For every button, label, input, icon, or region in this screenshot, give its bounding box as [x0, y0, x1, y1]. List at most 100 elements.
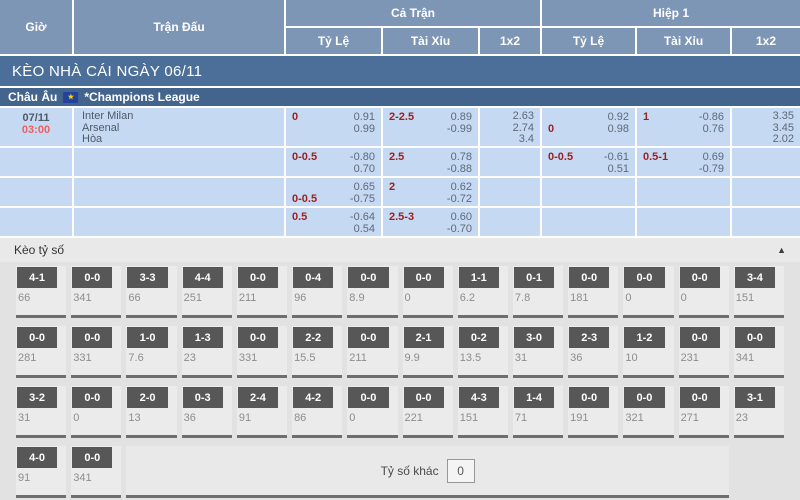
odds-value: -0.86 [699, 111, 724, 123]
score-cell[interactable]: 0-00 [623, 266, 673, 318]
table-header: Giờ Trận Đấu Cả Trận Hiệp 1 Tỷ Lệ Tài Xỉ… [0, 0, 800, 54]
score-cell[interactable]: 0-496 [292, 266, 342, 318]
score-cell[interactable]: 0-0331 [237, 326, 287, 378]
score-cell[interactable]: 0-213.5 [458, 326, 508, 378]
col-header-fulltime-overunder: Tài Xỉu [383, 28, 478, 54]
score-odds-value: 211 [237, 288, 287, 315]
score-cell[interactable]: 0-0341 [71, 266, 121, 318]
score-odds-value: 211 [347, 348, 397, 375]
score-cell[interactable]: 4-166 [16, 266, 66, 318]
fulltime-handicap-cell-line: 0.54 [292, 223, 375, 235]
score-cell[interactable]: 2-215.5 [292, 326, 342, 378]
score-cell[interactable]: 0-0211 [237, 266, 287, 318]
score-cell[interactable]: 1-210 [623, 326, 673, 378]
score-cell[interactable]: 0-0231 [679, 326, 729, 378]
team-name[interactable]: Hòa [82, 134, 284, 146]
score-cell[interactable]: 0-0281 [16, 326, 66, 378]
score-cell[interactable]: 2-19.9 [403, 326, 453, 378]
score-cell[interactable]: 0-00 [347, 386, 397, 438]
fulltime-overunder-cell-line: 2.50.78 [389, 151, 472, 163]
firsthalf-overunder-cell-line [643, 193, 724, 205]
score-cell[interactable]: 3-231 [16, 386, 66, 438]
match-kickoff-time: 03:00 [22, 124, 50, 136]
score-cell[interactable]: 2-336 [568, 326, 618, 378]
firsthalf-handicap-cell[interactable]: 0.9200.98 [542, 108, 635, 146]
score-odds-value: 181 [568, 288, 618, 315]
fulltime-1x2-cell[interactable]: 2.632.743.4 [480, 108, 540, 146]
match-teams-cell [74, 148, 284, 176]
fulltime-overunder-cell[interactable]: 20.62-0.72 [383, 178, 478, 206]
score-cell[interactable]: 1-07.6 [126, 326, 176, 378]
odds-value: 0.92 [608, 111, 629, 123]
score-odds-value: 251 [182, 288, 232, 315]
score-odds-value: 281 [16, 348, 66, 375]
score-label: 0-0 [72, 267, 112, 288]
score-section-header[interactable]: Kèo tỷ số ▲ [0, 238, 800, 262]
score-cell[interactable]: 0-0191 [568, 386, 618, 438]
fulltime-handicap-cell[interactable]: 0.650-0.5-0.75 [286, 178, 381, 206]
score-cell[interactable]: 1-16.2 [458, 266, 508, 318]
score-cell[interactable]: 0-0341 [71, 446, 121, 498]
score-label: 3-3 [127, 267, 167, 288]
score-cell[interactable]: 0-0341 [734, 326, 784, 378]
score-cell[interactable]: 2-491 [237, 386, 287, 438]
score-cell[interactable]: 0-17.8 [513, 266, 563, 318]
score-cell[interactable]: 3-366 [126, 266, 176, 318]
score-cell[interactable]: 0-0221 [403, 386, 453, 438]
score-label: 0-0 [72, 327, 112, 348]
score-cell[interactable]: 1-471 [513, 386, 563, 438]
score-cell[interactable]: 4-3151 [458, 386, 508, 438]
odds-value: 0.70 [354, 163, 375, 175]
score-cell[interactable]: 0-336 [182, 386, 232, 438]
firsthalf-handicap-cell-line: 0-0.5-0.61 [548, 151, 629, 163]
score-odds-value: 0 [71, 408, 121, 435]
other-score-input[interactable] [447, 459, 475, 483]
league-bar[interactable]: Châu Âu ★ *Champions League [0, 88, 800, 106]
col-header-fulltime-handicap: Tỷ Lệ [286, 28, 381, 54]
score-cell[interactable]: 0-00 [679, 266, 729, 318]
score-cell[interactable]: 1-323 [182, 326, 232, 378]
handicap-label: 2 [389, 181, 395, 193]
score-odds-value: 8.9 [347, 288, 397, 315]
score-cell[interactable]: 3-031 [513, 326, 563, 378]
fulltime-overunder-cell-line: -0.70 [389, 223, 472, 235]
fulltime-overunder-cell[interactable]: 2-2.50.89-0.99 [383, 108, 478, 146]
fulltime-overunder-cell[interactable]: 2.5-30.60-0.70 [383, 208, 478, 236]
fulltime-handicap-cell[interactable]: 0.5-0.640.54 [286, 208, 381, 236]
col-header-firsthalf: Hiệp 1 [542, 0, 800, 26]
score-cell[interactable]: 4-4251 [182, 266, 232, 318]
collapse-triangle-up-icon[interactable]: ▲ [777, 245, 786, 255]
score-odds-value: 36 [182, 408, 232, 435]
score-cell[interactable]: 0-0211 [347, 326, 397, 378]
score-label: 0-0 [404, 387, 444, 408]
fulltime-handicap-cell[interactable]: 00.910.99 [286, 108, 381, 146]
score-cell[interactable]: 3-4151 [734, 266, 784, 318]
firsthalf-1x2-cell[interactable]: 3.353.452.02 [732, 108, 800, 146]
firsthalf-overunder-cell[interactable]: 0.5-10.69-0.79 [637, 148, 730, 176]
score-label: 0-1 [514, 267, 554, 288]
firsthalf-overunder-cell [637, 178, 730, 206]
score-cell[interactable]: 0-0321 [623, 386, 673, 438]
score-cell[interactable]: 2-013 [126, 386, 176, 438]
fulltime-handicap-cell[interactable]: 0-0.5-0.800.70 [286, 148, 381, 176]
firsthalf-handicap-cell-line [548, 223, 629, 235]
odds-table: Giờ Trận Đấu Cả Trận Hiệp 1 Tỷ Lệ Tài Xỉ… [0, 0, 800, 238]
score-cell[interactable]: 4-286 [292, 386, 342, 438]
fulltime-handicap-cell-line: 0.70 [292, 163, 375, 175]
firsthalf-overunder-cell-line [643, 223, 724, 235]
score-cell[interactable]: 0-00 [403, 266, 453, 318]
score-odds-value: 31 [16, 408, 66, 435]
score-cell[interactable]: 0-00 [71, 386, 121, 438]
firsthalf-handicap-cell[interactable]: 0-0.5-0.610.51 [542, 148, 635, 176]
team-name[interactable]: Arsenal [82, 123, 284, 135]
score-cell[interactable]: 0-0331 [71, 326, 121, 378]
score-cell[interactable]: 0-08.9 [347, 266, 397, 318]
score-label: 0-0 [680, 327, 720, 348]
team-name[interactable]: Inter Milan [82, 111, 284, 123]
score-cell[interactable]: 0-0181 [568, 266, 618, 318]
score-cell[interactable]: 0-0271 [679, 386, 729, 438]
score-cell[interactable]: 3-123 [734, 386, 784, 438]
firsthalf-overunder-cell[interactable]: 1-0.860.76 [637, 108, 730, 146]
fulltime-overunder-cell[interactable]: 2.50.78-0.88 [383, 148, 478, 176]
score-cell[interactable]: 4-091 [16, 446, 66, 498]
